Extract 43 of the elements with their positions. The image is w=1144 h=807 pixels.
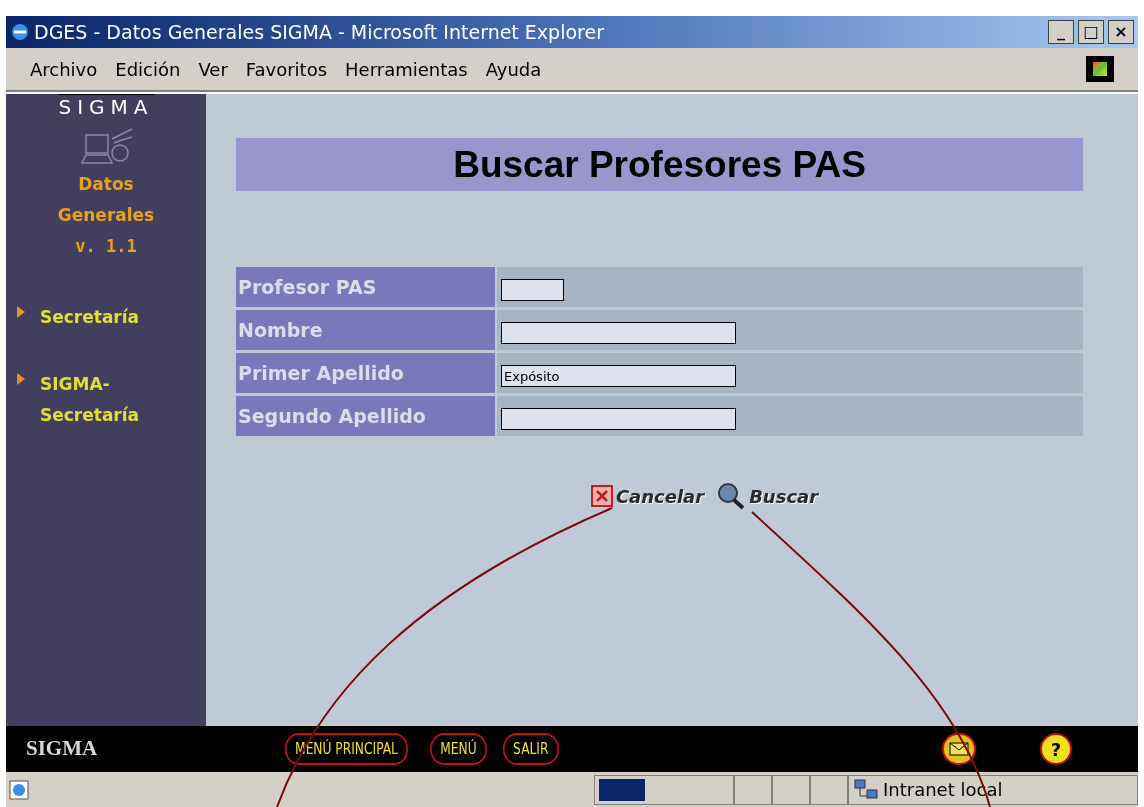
- help-button[interactable]: ?: [1040, 733, 1072, 765]
- field-label: Profesor PAS: [236, 267, 495, 307]
- menu-item[interactable]: Edición: [115, 55, 181, 83]
- footer-nav-button[interactable]: MENÚ: [429, 733, 487, 765]
- text-field[interactable]: [501, 408, 736, 430]
- sidebar-link[interactable]: Secretaría: [40, 302, 140, 333]
- text-field[interactable]: [501, 322, 736, 344]
- search-icon: [716, 482, 747, 510]
- footer-brand: SIGMA: [26, 735, 99, 763]
- window-control-button[interactable]: ×: [1108, 20, 1134, 44]
- menu-item[interactable]: Favoritos: [245, 55, 328, 83]
- page-icon: [8, 778, 32, 801]
- app-name: Generales: [57, 204, 155, 227]
- network-icon: [853, 777, 879, 802]
- footer-nav-button[interactable]: SALIR: [502, 733, 559, 765]
- field-label: Primer Apellido: [236, 353, 495, 393]
- field-label: Segundo Apellido: [236, 396, 495, 436]
- mail-button[interactable]: [942, 733, 976, 765]
- field-label: Nombre: [236, 310, 495, 350]
- window-title: DGES - Datos Generales SIGMA - Microsoft Internet Explorer: [34, 19, 605, 45]
- sidebar-link[interactable]: SIGMA- Secretaría: [40, 369, 140, 431]
- menu-item[interactable]: Archivo: [30, 55, 98, 83]
- close-icon: [590, 485, 613, 507]
- text-field[interactable]: Expósito: [501, 365, 736, 387]
- status-pane: [772, 774, 810, 805]
- menu-item[interactable]: Ver: [198, 55, 228, 83]
- menu-item[interactable]: Herramientas: [345, 55, 468, 83]
- cancel-button[interactable]: Cancelar: [590, 482, 705, 510]
- envelope-icon: [949, 742, 969, 756]
- footer-nav-button[interactable]: MENÚ PRINCIPAL: [284, 733, 408, 765]
- sidebar-logo: SIGMA: [58, 94, 154, 117]
- window-control-button[interactable]: _: [1048, 20, 1074, 44]
- page-header: Buscar Profesores PAS: [236, 138, 1083, 191]
- app-name: Datos: [78, 173, 134, 196]
- browser-icon: [10, 22, 30, 42]
- arrow-icon: [16, 372, 26, 386]
- arrow-icon: [16, 305, 26, 319]
- app-version: v. 1.1: [75, 235, 137, 258]
- text-field[interactable]: [501, 279, 564, 301]
- menu-item[interactable]: Ayuda: [485, 55, 542, 83]
- search-button[interactable]: Buscar: [716, 482, 819, 510]
- windows-logo-icon: [1086, 56, 1114, 82]
- window-control-button[interactable]: □: [1078, 20, 1104, 44]
